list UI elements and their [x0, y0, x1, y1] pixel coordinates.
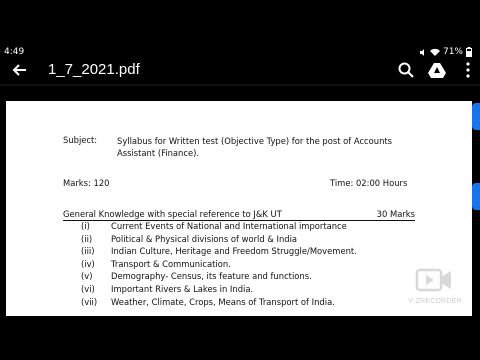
syllabus-list: (i) Current Events of National and Intern… [81, 221, 451, 309]
marks-label: Marks: 120 [63, 178, 110, 188]
app-bar: 1_7_2021.pdf [0, 58, 480, 84]
item-text: Weather, Climate, Crops, Means of Transp… [111, 296, 335, 307]
watermark-text: V·ZRECORDER [408, 298, 462, 305]
item-number: (iii) [81, 246, 95, 257]
subject-text: Syllabus for Written test (Objective Typ… [117, 136, 393, 158]
item-text: Current Events of National and Internati… [111, 221, 347, 231]
status-icons: 71% [419, 47, 472, 57]
list-item: (iv) Transport & Communication. [81, 259, 451, 272]
list-item: (vi) Important Rivers & Lakes in India. [81, 284, 451, 297]
list-item: (ii) Political & Physical divisions of wo… [81, 234, 451, 247]
section-heading: General Knowledge with special reference… [63, 209, 415, 221]
battery-icon [466, 47, 472, 57]
item-number: (v) [81, 271, 93, 282]
search-icon[interactable] [397, 61, 415, 79]
section-title: General Knowledge with special reference… [63, 209, 282, 219]
app-bar-divider [0, 84, 480, 86]
pdf-page[interactable]: Subject: Syllabus for Written test (Obje… [6, 101, 472, 316]
list-item: (vii) Weather, Climate, Crops, Means of T… [81, 297, 451, 310]
document-title: 1_7_2021.pdf [48, 61, 140, 78]
scroll-handle[interactable] [472, 183, 480, 210]
wifi-icon [429, 48, 440, 56]
item-number: (vi) [81, 283, 95, 294]
time-label: Time: 02:00 Hours [330, 178, 408, 188]
item-number: (iv) [81, 258, 95, 269]
item-text: Political & Physical divisions of world … [111, 233, 298, 244]
item-text: Indian Culture, Heritage and Freedom Str… [111, 246, 357, 257]
section-marks: 30 Marks [376, 209, 415, 219]
item-number: (ii) [81, 233, 93, 244]
list-item: (i) Current Events of National and Intern… [81, 221, 451, 234]
status-time: 4:49 [4, 47, 25, 57]
back-arrow-icon[interactable] [10, 61, 28, 79]
battery-percent: 71% [442, 47, 463, 57]
video-camera-icon [415, 268, 451, 292]
subject-label: Subject: [63, 135, 98, 145]
item-number: (vii) [81, 296, 98, 307]
item-number: (i) [81, 221, 90, 231]
item-text: Demography- Census, its feature and func… [111, 271, 312, 282]
more-vert-icon[interactable] [459, 61, 477, 79]
drive-icon[interactable] [428, 61, 446, 79]
list-item: (iii) Indian Culture, Heritage and Freedo… [81, 246, 451, 259]
recorder-watermark: V·ZRECORDER [405, 264, 465, 310]
item-text: Important Rivers & Lakes in India. [111, 283, 254, 294]
mute-icon [419, 48, 424, 56]
item-text: Transport & Communication. [111, 258, 231, 269]
scroll-handle-top[interactable] [472, 103, 480, 130]
list-item: (v) Demography- Census, its feature and f… [81, 271, 451, 284]
